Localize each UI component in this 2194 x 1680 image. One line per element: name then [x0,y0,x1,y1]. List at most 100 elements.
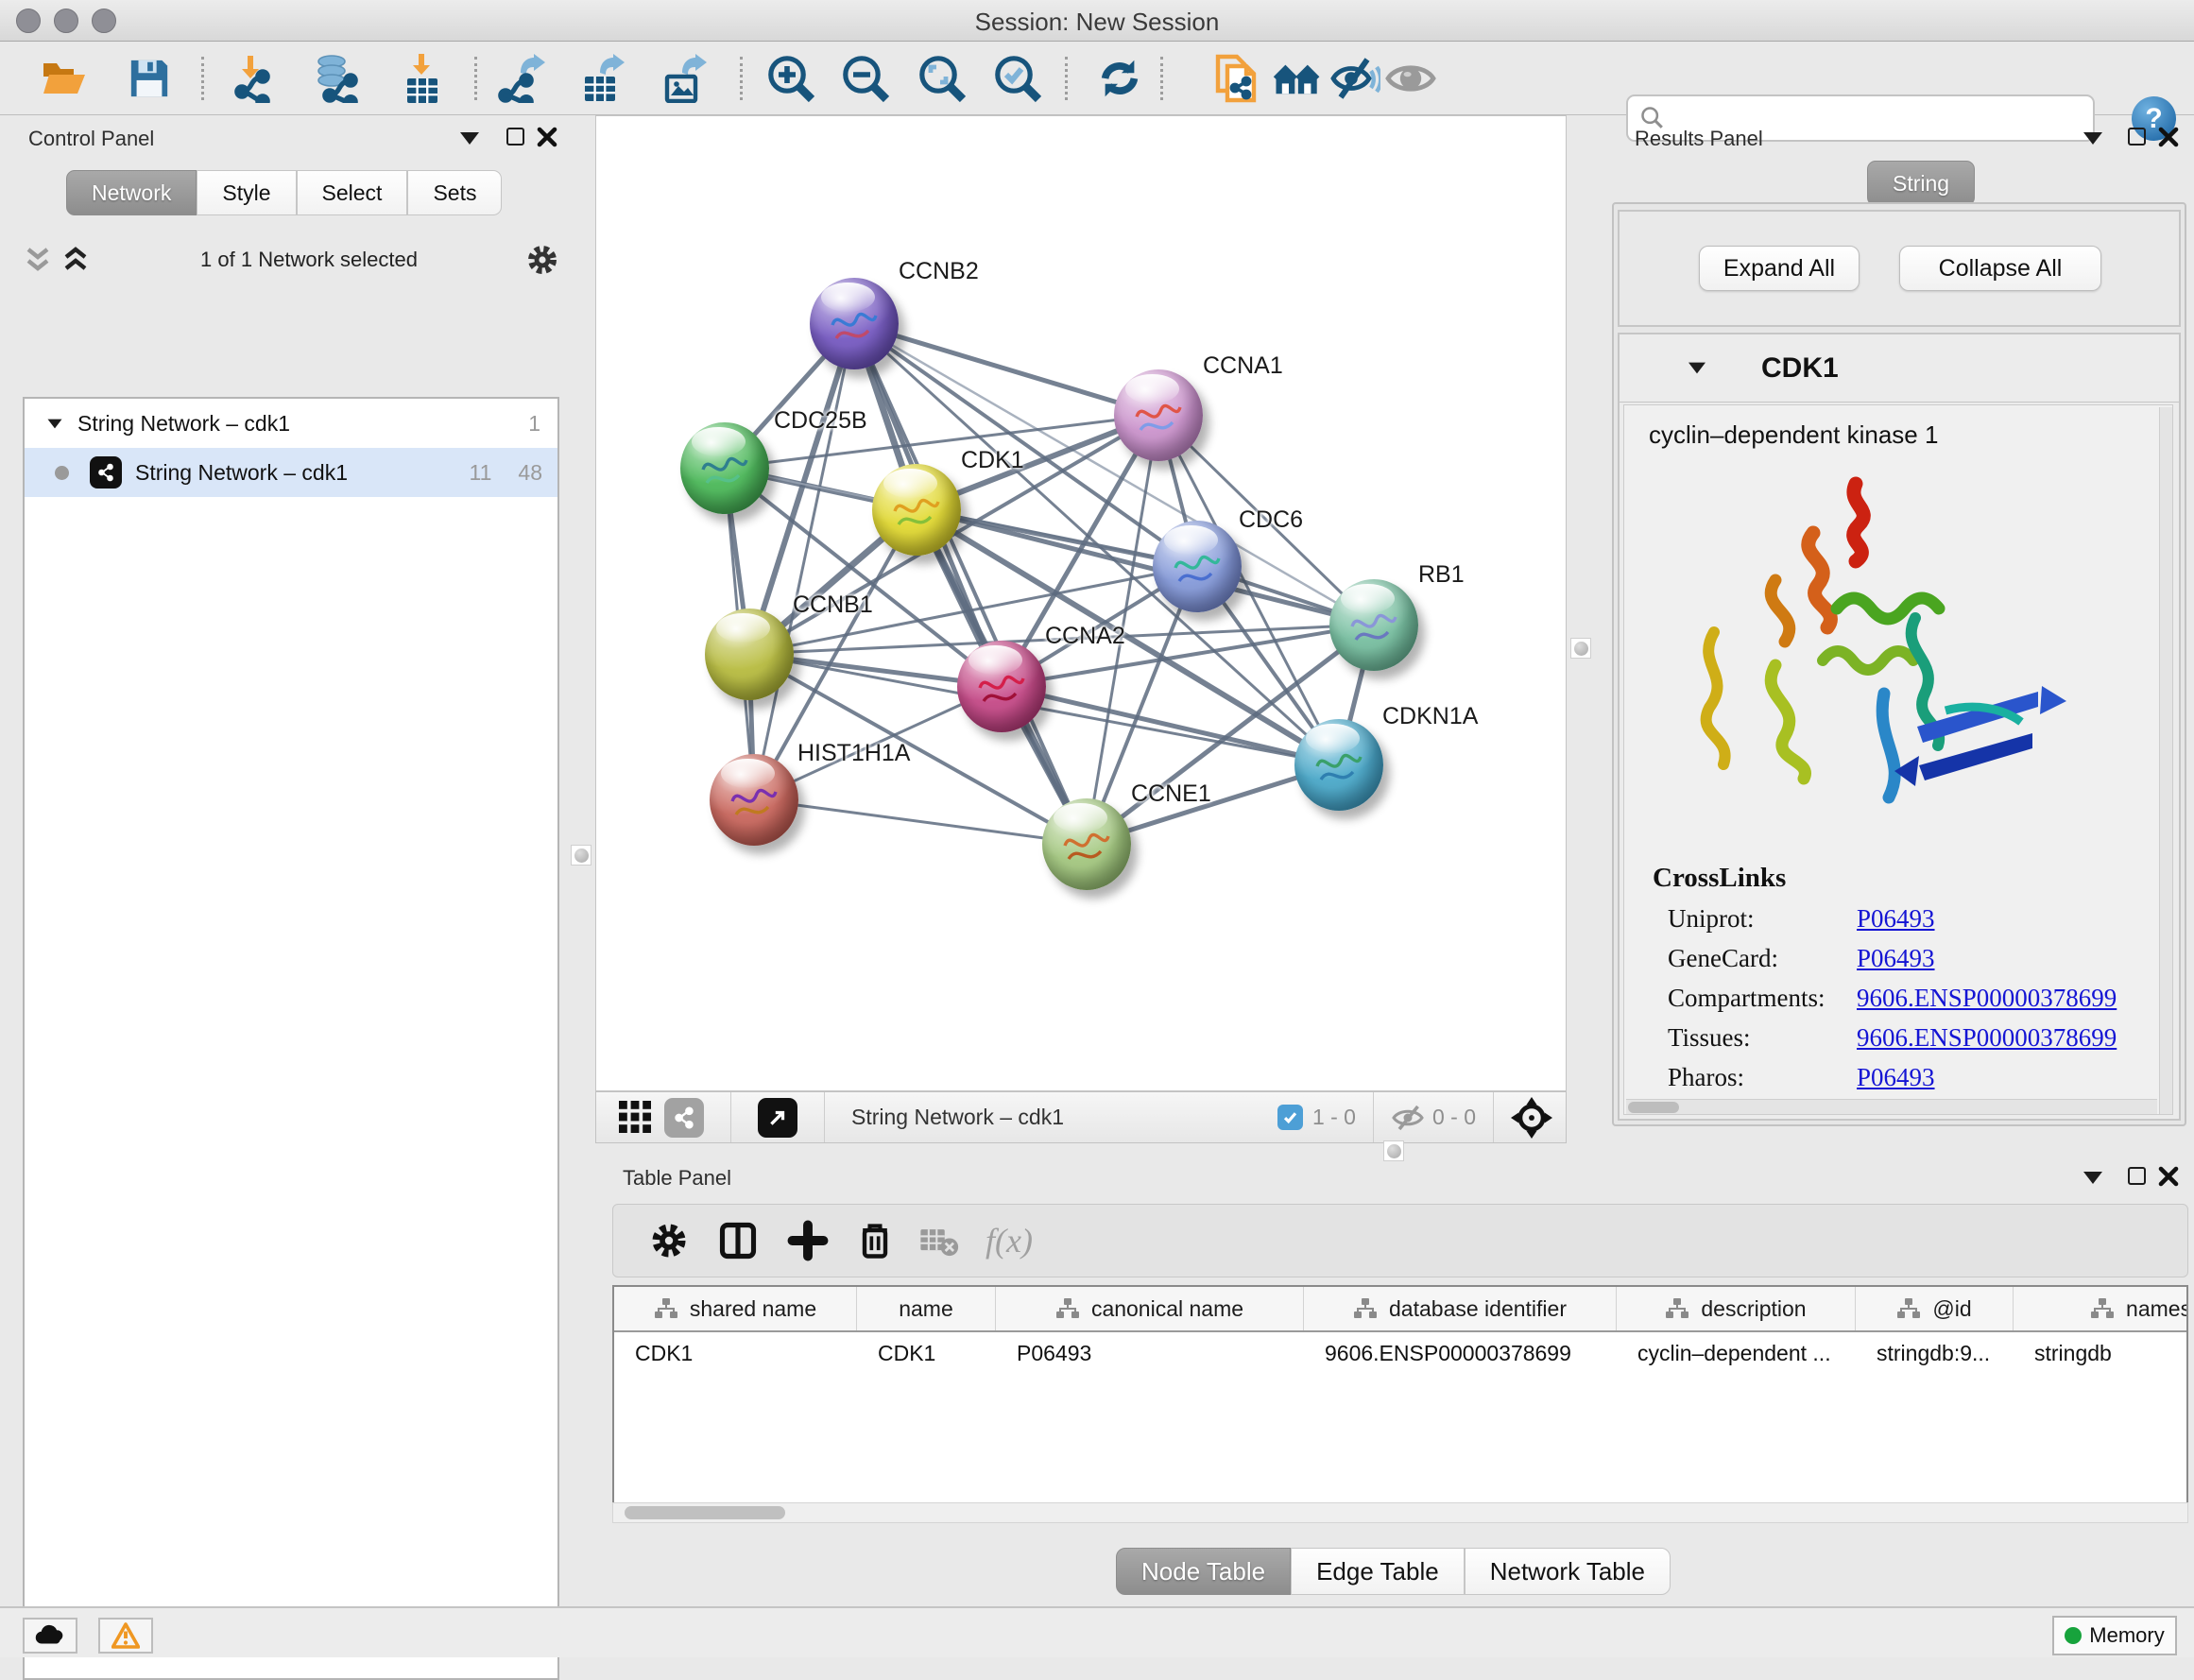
network-edge-CCNE1-HIST1H1A[interactable] [754,799,1087,844]
table-column-header--id[interactable]: @id [1856,1287,2014,1330]
open-in-window-icon[interactable] [758,1098,797,1138]
control-panel-close-icon[interactable] [536,126,558,148]
save-session-icon[interactable] [124,50,175,107]
network-node-CDC25B[interactable] [680,422,769,514]
table-cell[interactable]: 9606.ENSP00000378699 [1304,1332,1617,1374]
horizontal-splitter-handle[interactable] [1383,1140,1404,1161]
protein-header[interactable]: CDK1 [1620,334,2179,403]
selected-checkbox-icon[interactable] [1277,1105,1303,1130]
hide-graphics-icon[interactable] [1329,50,1380,107]
table-gear-icon[interactable] [649,1221,689,1260]
tab-sets[interactable]: Sets [407,170,502,215]
collection-expand-icon[interactable] [48,419,62,428]
table-panel-float-icon[interactable] [2083,1172,2102,1184]
show-columns-icon[interactable] [717,1220,759,1261]
import-network-database-icon[interactable] [310,50,361,107]
tab-style[interactable]: Style [197,170,296,215]
collapse-all-button[interactable]: Collapse All [1899,246,2101,291]
left-splitter[interactable] [567,115,595,1606]
network-node-RB1[interactable] [1329,579,1418,671]
delete-column-icon[interactable] [855,1220,895,1261]
table-cell[interactable]: stringdb [2014,1332,2188,1374]
left-splitter-handle[interactable] [571,845,591,866]
crosslink-value-link[interactable]: 9606.ENSP00000378699 [1857,984,2117,1013]
table-cell[interactable]: stringdb:9... [1856,1332,2014,1374]
zoom-in-icon[interactable] [765,50,816,107]
show-graphics-icon[interactable] [1385,50,1436,107]
zoom-out-icon[interactable] [840,50,891,107]
network-node-HIST1H1A[interactable] [710,754,798,846]
export-network-icon[interactable] [497,50,548,107]
control-panel-float-icon[interactable] [460,132,479,145]
tab-network-table[interactable]: Network Table [1465,1548,1671,1595]
export-table-icon[interactable] [576,50,627,107]
table-cell[interactable]: cyclin–dependent ... [1617,1332,1856,1374]
network-row[interactable]: String Network – cdk1 11 48 [25,448,557,497]
network-edge-CCNB2-HIST1H1A[interactable] [754,323,854,799]
crosslink-value-link[interactable]: P06493 [1857,904,1935,934]
table-column-header-shared-name[interactable]: shared name [614,1287,857,1330]
table-cell[interactable]: CDK1 [857,1332,996,1374]
export-image-icon[interactable] [659,50,710,107]
crosslink-value-link[interactable]: 9606.ENSP00000378699 [1857,1023,2117,1053]
table-column-header-canonical-name[interactable]: canonical name [996,1287,1304,1330]
table-horizontal-scrollbar[interactable] [612,1502,2188,1523]
table-scrollbar-thumb[interactable] [625,1506,785,1519]
open-session-icon[interactable] [39,50,90,107]
table-cell[interactable]: P06493 [996,1332,1304,1374]
zoom-fit-icon[interactable] [917,50,968,107]
results-horizontal-scrollbar-thumb[interactable] [1628,1102,1679,1113]
memory-button[interactable]: Memory [2052,1616,2177,1655]
table-panel-close-icon[interactable] [2157,1165,2180,1188]
gear-icon[interactable] [525,243,559,277]
tab-select[interactable]: Select [297,170,408,215]
results-panel-close-icon[interactable] [2157,126,2180,148]
tab-string[interactable]: String [1867,161,1975,206]
network-node-CDKN1A[interactable] [1294,719,1383,811]
network-collection-row[interactable]: String Network – cdk1 1 [25,399,557,448]
network-node-CDC6[interactable] [1153,521,1242,612]
tab-network[interactable]: Network [66,170,197,215]
table-column-header-name[interactable]: name [857,1287,996,1330]
birdseye-view-icon[interactable] [1511,1097,1552,1139]
results-panel-float-icon[interactable] [2083,132,2102,145]
network-share-icon[interactable] [664,1098,704,1138]
table-column-header-description[interactable]: description [1617,1287,1856,1330]
right-splitter[interactable] [1567,115,1595,1143]
table-column-header-namespace[interactable]: namespace [2014,1287,2188,1330]
horizontal-splitter[interactable] [595,1143,2194,1160]
crosslink-value-link[interactable]: P06493 [1857,944,1935,973]
warnings-button[interactable] [98,1618,153,1654]
control-panel-maximize-icon[interactable] [506,128,524,146]
network-canvas[interactable]: CCNB2CCNA1CDC25BCDK1CDC6RB1CCNB1CCNA2CDK… [595,115,1567,1091]
tab-node-table[interactable]: Node Table [1116,1548,1291,1595]
crosslink-value-link[interactable]: P06493 [1857,1063,1935,1092]
houses-icon[interactable] [1272,50,1323,107]
clone-network-icon[interactable] [1213,50,1264,107]
results-vertical-scrollbar[interactable] [2159,407,2172,1114]
refresh-icon[interactable] [1094,50,1145,107]
table-column-header-database-identifier[interactable]: database identifier [1304,1287,1617,1330]
network-node-CCNB1[interactable] [705,609,794,700]
results-horizontal-scrollbar[interactable] [1626,1099,2157,1114]
collapse-all-icon[interactable] [23,246,55,274]
table-panel-maximize-icon[interactable] [2128,1167,2146,1185]
add-column-icon[interactable] [787,1220,829,1261]
import-table-file-icon[interactable] [397,50,448,107]
network-node-CCNB2[interactable] [810,278,899,369]
right-splitter-handle[interactable] [1570,638,1591,659]
network-node-CDK1[interactable] [872,464,961,556]
protein-collapse-icon[interactable] [1688,363,1705,374]
results-panel-maximize-icon[interactable] [2128,128,2146,146]
table-cell[interactable]: CDK1 [614,1332,857,1374]
expand-all-button[interactable]: Expand All [1699,246,1860,291]
network-node-CCNA2[interactable] [957,641,1046,732]
table-row[interactable]: CDK1CDK1P064939606.ENSP00000378699cyclin… [614,1332,2186,1374]
network-edge-CCNA2-CDKN1A[interactable] [1002,686,1339,764]
zoom-selected-icon[interactable] [992,50,1043,107]
network-node-CCNA1[interactable] [1114,369,1203,461]
grid-view-icon[interactable] [617,1099,655,1137]
network-node-CCNE1[interactable] [1042,798,1131,890]
tab-edge-table[interactable]: Edge Table [1291,1548,1465,1595]
cloud-button[interactable] [23,1618,77,1654]
